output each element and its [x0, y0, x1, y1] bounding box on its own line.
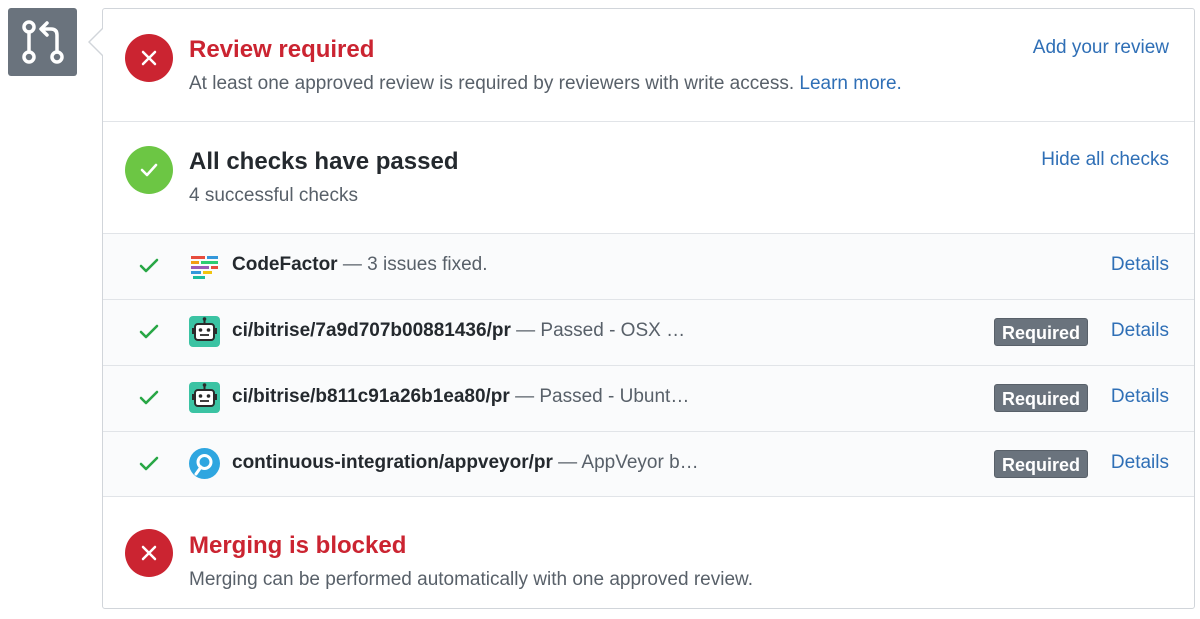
check-text: CodeFactor — 3 issues fixed.	[232, 254, 488, 276]
check-row-appveyor: continuous-integration/appveyor/pr — App…	[103, 432, 1194, 498]
checks-subtitle: 4 successful checks	[189, 185, 358, 206]
required-badge: Required	[993, 450, 1088, 478]
checks-title: All checks have passed	[189, 148, 459, 175]
required-badge: Required	[993, 384, 1088, 412]
appveyor-logo-icon	[189, 448, 220, 479]
checks-list: CodeFactor — 3 issues fixed. Details ci/…	[103, 234, 1194, 497]
check-text: continuous-integration/appveyor/pr — App…	[232, 452, 699, 474]
bitrise-robot-icon	[189, 316, 220, 347]
check-icon	[139, 258, 159, 279]
details-link[interactable]: Details	[1111, 452, 1169, 474]
check-row-bitrise-osx: ci/bitrise/7a9d707b00881436/pr — Passed …	[103, 300, 1194, 366]
details-link[interactable]: Details	[1111, 320, 1169, 342]
check-text: ci/bitrise/b811c91a26b1ea80/pr — Passed …	[232, 386, 689, 408]
merge-section: Merging is blocked Merging can be perfor…	[103, 497, 1194, 609]
merge-status-panel: Review required At least one approved re…	[102, 8, 1195, 609]
merge-description: Merging can be performed automatically w…	[189, 569, 753, 590]
x-circle-icon	[125, 34, 173, 82]
check-icon	[139, 456, 159, 477]
review-description-text: At least one approved review is required…	[189, 73, 795, 94]
check-name: ci/bitrise/b811c91a26b1ea80/pr	[232, 386, 510, 407]
add-review-link[interactable]: Add your review	[1033, 37, 1169, 59]
checks-section: All checks have passed 4 successful chec…	[103, 122, 1194, 234]
review-description: At least one approved review is required…	[189, 73, 902, 95]
check-description: — AppVeyor b…	[552, 452, 699, 473]
required-badge: Required	[993, 318, 1088, 346]
check-row-bitrise-ubuntu: ci/bitrise/b811c91a26b1ea80/pr — Passed …	[103, 366, 1194, 432]
codefactor-logo-icon	[189, 250, 220, 281]
check-name: CodeFactor	[232, 254, 338, 275]
merge-title: Merging is blocked	[189, 532, 407, 559]
hide-checks-link[interactable]: Hide all checks	[1041, 149, 1169, 171]
check-circle-icon	[125, 146, 173, 194]
panel-caret-fill	[90, 29, 103, 55]
pull-request-icon	[8, 8, 77, 76]
learn-more-link[interactable]: Learn more.	[799, 73, 901, 94]
x-circle-icon	[125, 529, 173, 577]
check-description: — Passed - Ubunt…	[509, 386, 690, 407]
check-row-codefactor: CodeFactor — 3 issues fixed. Details	[103, 234, 1194, 300]
check-name: continuous-integration/appveyor/pr	[232, 452, 553, 473]
details-link[interactable]: Details	[1111, 386, 1169, 408]
check-description: — Passed - OSX …	[510, 320, 686, 341]
review-title: Review required	[189, 36, 375, 63]
bitrise-robot-icon	[189, 382, 220, 413]
check-icon	[139, 324, 159, 345]
check-icon	[139, 390, 159, 411]
review-section: Review required At least one approved re…	[103, 9, 1194, 122]
details-link[interactable]: Details	[1111, 254, 1169, 276]
check-text: ci/bitrise/7a9d707b00881436/pr — Passed …	[232, 320, 685, 342]
check-name: ci/bitrise/7a9d707b00881436/pr	[232, 320, 511, 341]
check-description: — 3 issues fixed.	[337, 254, 488, 275]
